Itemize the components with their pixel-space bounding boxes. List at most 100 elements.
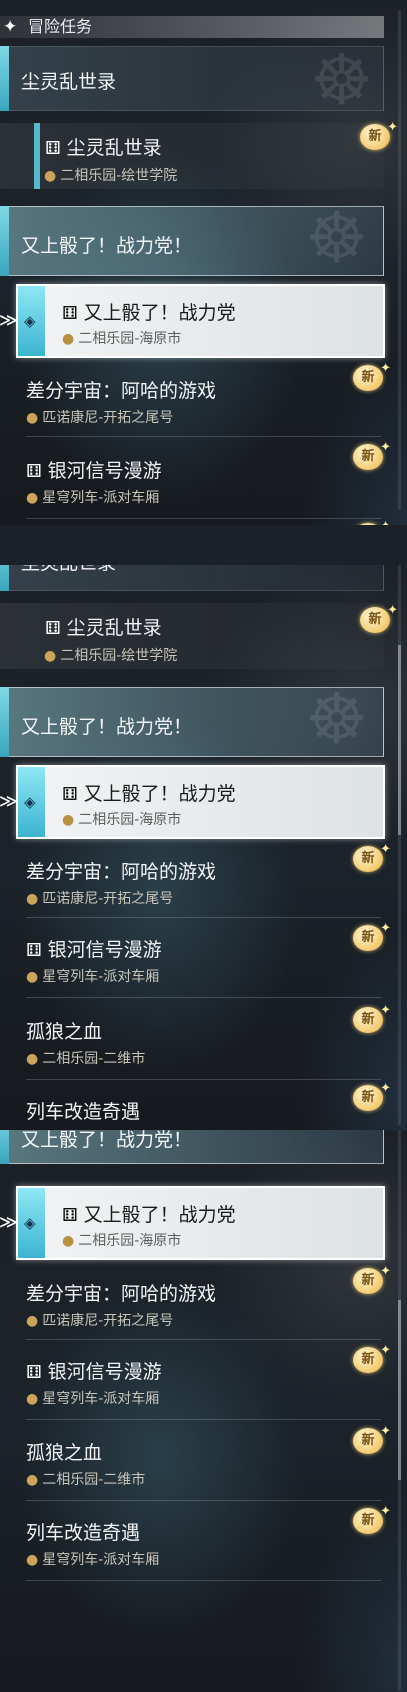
quest-title: 列车改造奇遇 bbox=[26, 1101, 141, 1123]
category-title: 又上骰了！战力党！ bbox=[21, 716, 193, 738]
dice-icon: ⚅ bbox=[62, 784, 78, 805]
selected-indicator: ◈ bbox=[18, 286, 45, 356]
divider bbox=[26, 436, 381, 437]
new-badge: 新 bbox=[353, 1259, 391, 1294]
category-accent bbox=[0, 1130, 9, 1164]
category-card-selected[interactable]: ☸ 又上骰了！战力党！ bbox=[0, 197, 384, 279]
quest-title: 差分宇宙：阿哈的游戏 bbox=[26, 1283, 217, 1305]
quest-title: 差分宇宙：阿哈的游戏 bbox=[26, 380, 217, 402]
dice-icon: ⚅ bbox=[45, 618, 61, 639]
quest-title: ⚅ 又上骰了！战力党 bbox=[62, 1204, 236, 1226]
quest-item[interactable]: 孤狼之血 ● 二相乐园-二维市 bbox=[0, 1005, 384, 1075]
location-pin-icon: ● bbox=[62, 812, 75, 828]
quest-location: ● 二相乐园-海原市 bbox=[62, 812, 182, 828]
category-card-selected[interactable]: ☸ 又上骰了！战力党！ bbox=[0, 678, 384, 760]
category-card[interactable]: ☸ 尘灵乱世录 bbox=[0, 39, 384, 121]
quest-location: ● 二相乐园-海原市 bbox=[62, 331, 182, 347]
quest-location: ● 星穹列车-派对车厢 bbox=[26, 490, 160, 506]
quest-title: ⚅ 银河信号漫游 bbox=[26, 1361, 162, 1383]
divider bbox=[26, 1500, 381, 1501]
section-title: 冒险任务 bbox=[28, 17, 93, 36]
category-accent bbox=[0, 687, 9, 757]
quest-location: ● 二相乐园-二维市 bbox=[26, 1051, 146, 1067]
location-pin-icon: ● bbox=[26, 1051, 39, 1067]
category-title: 尘灵乱世录 bbox=[21, 565, 116, 575]
new-badge: 新 bbox=[360, 598, 398, 633]
new-badge: 新 bbox=[353, 837, 391, 872]
location-pin-icon: ● bbox=[26, 410, 39, 426]
quest-item[interactable]: 差分宇宙：阿哈的游戏 ● 匹诺康尼-开拓之尾号 bbox=[0, 843, 384, 913]
category-accent bbox=[0, 565, 9, 591]
quest-title: ⚅ 尘灵乱世录 bbox=[45, 137, 162, 159]
dice-icon: ⚅ bbox=[26, 1362, 42, 1383]
new-badge: 新 bbox=[360, 115, 398, 150]
quest-title: 列车改造奇遇 bbox=[26, 1522, 141, 1544]
quest-item-selected[interactable]: ◈ ⚅ 又上骰了！战力党 ● 二相乐园-海原市 bbox=[16, 284, 385, 358]
dice-icon: ⚅ bbox=[26, 461, 42, 482]
quest-title: 孤狼之血 bbox=[26, 1021, 103, 1043]
selected-indicator: ◈ bbox=[18, 1188, 45, 1258]
quest-item[interactable]: ⚅ 银河信号漫游 ● 星穹列车-派对车厢 bbox=[0, 1345, 384, 1415]
quest-item[interactable]: ⚅ 银河信号漫游 ● 星穹列车-派对车厢 bbox=[0, 444, 384, 514]
quest-title: ⚅ 又上骰了！战力党 bbox=[62, 783, 236, 805]
divider bbox=[26, 1339, 381, 1340]
divider bbox=[26, 518, 381, 519]
quest-location: ● 星穹列车-派对车厢 bbox=[26, 1391, 160, 1407]
new-badge: 新 bbox=[353, 1338, 391, 1373]
quest-item[interactable]: ⚅ 银河信号漫游 ● 星穹列车-派对车厢 bbox=[0, 923, 384, 993]
scrollbar-track[interactable] bbox=[398, 10, 401, 510]
quest-location: ● 二相乐园-绘世学院 bbox=[44, 648, 178, 664]
divider bbox=[26, 997, 381, 998]
location-pin-icon: ● bbox=[26, 1313, 39, 1329]
quest-item[interactable]: 差分宇宙：阿哈的游戏 ● 匹诺康尼-开拓之尾号 bbox=[0, 1265, 384, 1335]
divider bbox=[26, 917, 381, 918]
location-pin-icon: ● bbox=[26, 1391, 39, 1407]
category-accent bbox=[0, 206, 9, 276]
diamond-icon: ◈ bbox=[24, 1214, 36, 1232]
quest-accent-bar bbox=[34, 123, 40, 189]
quest-location: ● 匹诺康尼-开拓之尾号 bbox=[26, 1313, 174, 1329]
dice-icon: ⚅ bbox=[62, 1205, 78, 1226]
new-badge: 新 bbox=[353, 1076, 391, 1111]
location-pin-icon: ● bbox=[44, 648, 57, 664]
emblem-icon: ☸ bbox=[305, 197, 368, 279]
new-badge: 新 bbox=[353, 356, 391, 391]
quest-title: ⚅ 又上骰了！战力党 bbox=[62, 302, 236, 324]
quest-item[interactable]: 列车改造奇遇 bbox=[0, 1085, 384, 1130]
divider bbox=[26, 1580, 381, 1581]
location-pin-icon: ● bbox=[26, 969, 39, 985]
location-pin-icon: ● bbox=[26, 891, 39, 907]
quest-title: ⚅ 银河信号漫游 bbox=[26, 939, 162, 961]
quest-title: 差分宇宙：阿哈的游戏 bbox=[26, 861, 217, 883]
location-pin-icon: ● bbox=[26, 1472, 39, 1488]
dice-icon: ⚅ bbox=[62, 303, 78, 324]
location-pin-icon: ● bbox=[62, 331, 75, 347]
new-badge: 新 bbox=[353, 514, 391, 525]
category-card[interactable]: 尘灵乱世录 bbox=[0, 565, 384, 591]
quest-panel-2: 尘灵乱世录 ⚅尘灵乱世录 ●二相乐园-绘世学院 新 ☸ 又上骰了！战力党！ ≫ … bbox=[0, 565, 407, 1130]
location-pin-icon: ● bbox=[26, 1552, 39, 1568]
quest-item[interactable]: 差分宇宙：阿哈的游戏 ● 匹诺康尼-开拓之尾号 bbox=[0, 362, 384, 432]
scrollbar-thumb[interactable] bbox=[398, 645, 401, 835]
quest-item[interactable]: 孤狼之血 ● 二相乐园-二维市 bbox=[0, 1426, 384, 1496]
emblem-icon: ☸ bbox=[310, 39, 373, 121]
divider bbox=[26, 1419, 381, 1420]
quest-item[interactable]: ⚅ 尘灵乱世录 ● 二相乐园-绘世学院 bbox=[0, 123, 384, 189]
quest-item[interactable]: ⚅ 尘灵乱世录 ● 二相乐园-绘世学院 bbox=[0, 603, 384, 669]
new-badge: 新 bbox=[353, 435, 391, 470]
location-pin-icon: ● bbox=[26, 490, 39, 506]
dice-icon: ⚅ bbox=[26, 940, 42, 961]
scrollbar-thumb[interactable] bbox=[398, 1300, 401, 1480]
quest-item-selected[interactable]: ◈ ⚅ 又上骰了！战力党 ● 二相乐园-海原市 bbox=[16, 1186, 385, 1260]
emblem-icon: ☸ bbox=[305, 678, 368, 760]
quest-location: ● 星穹列车-派对车厢 bbox=[26, 969, 160, 985]
quest-location: ● 匹诺康尼-开拓之尾号 bbox=[26, 891, 174, 907]
category-title: 又上骰了！战力党！ bbox=[21, 1130, 193, 1151]
quest-item[interactable]: 列车改造奇遇 ● 星穹列车-派对车厢 bbox=[0, 1506, 384, 1576]
location-pin-icon: ● bbox=[44, 168, 57, 184]
new-badge: 新 bbox=[353, 916, 391, 951]
quest-item-selected[interactable]: ◈ ⚅ 又上骰了！战力党 ● 二相乐园-海原市 bbox=[16, 765, 385, 839]
new-badge: 新 bbox=[353, 998, 391, 1033]
category-accent bbox=[0, 46, 9, 111]
category-card-selected[interactable]: 又上骰了！战力党！ bbox=[0, 1130, 384, 1164]
